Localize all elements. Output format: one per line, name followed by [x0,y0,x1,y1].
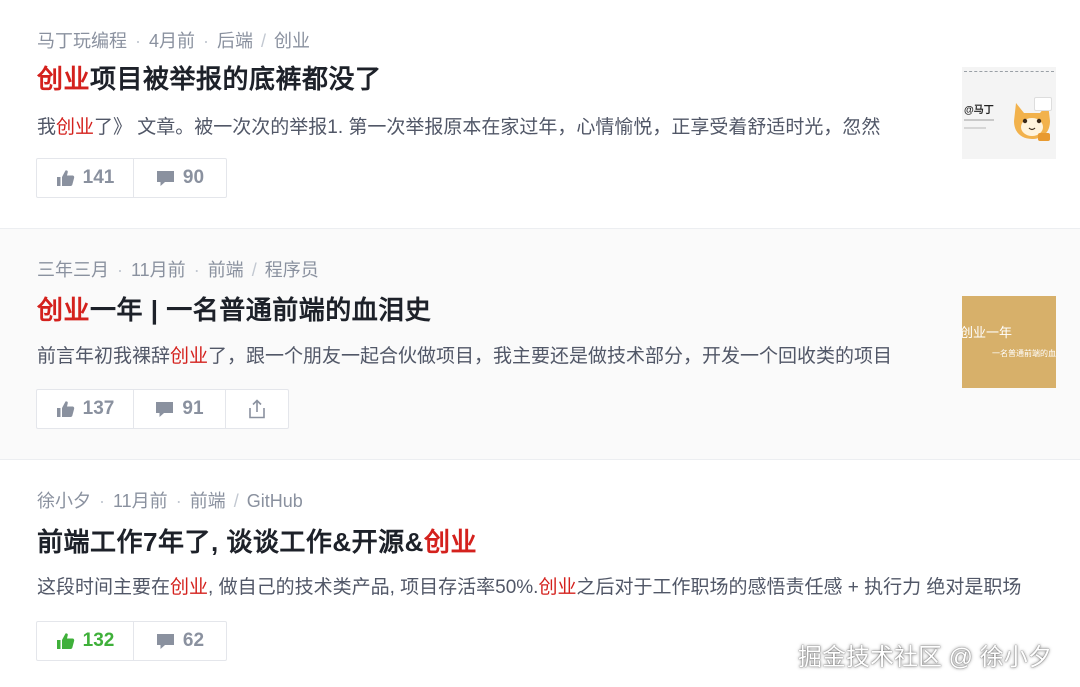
article-card[interactable]: 三年三月 · 11月前 · 前端 / 程序员 创业一年 | 一名普通前端的血泪史 前言年初我… [0,229,1080,460]
abstract-text: 之后对于工作职场的感悟责任感 + 执行力 绝对是职场 [576,577,1022,598]
like-count: 137 [82,398,115,419]
comment-count: 90 [182,167,205,188]
thumbnail-subtitle: 一名普通前端的血泪史 [992,349,1056,358]
tag[interactable]: 创业 [274,31,310,51]
tag[interactable]: GitHub [247,491,303,511]
watermark: 掘金技术社区 @ 徐小夕 [798,644,1052,671]
publish-time: 11月前 [131,260,186,280]
article-meta: 马丁玩编程 · 4月前 · 后端 / 创业 [37,31,311,51]
article-abstract[interactable]: 我创业了》 文章。被一次次的举报1. 第一次举报原本在家过年，心情愉悦，正享受着… [37,112,925,139]
action-bar: 132 62 [36,621,227,661]
abstract-text: 了，跟一个朋友一起合伙做项目，我主要还是做技术部分，开发一个回收类的项目 [208,346,893,367]
tag[interactable]: 前端 [208,260,244,280]
comment-button[interactable]: 62 [134,622,226,660]
comment-icon [155,401,174,418]
comment-button[interactable]: 91 [134,390,226,428]
author-name[interactable]: 徐小夕 [37,491,91,511]
comment-button[interactable]: 90 [134,159,226,197]
like-button[interactable]: 137 [37,390,134,428]
article-card[interactable]: 马丁玩编程 · 4月前 · 后端 / 创业 创业项目被举报的底裤都没了 我创业了》 文章。被… [0,0,1080,229]
abstract-highlight: 创业 [56,117,95,138]
article-abstract[interactable]: 这段时间主要在创业, 做自己的技术类产品, 项目存活率50%.创业之后对于工作职… [37,572,1080,599]
thumbs-up-icon [56,400,75,418]
article-title[interactable]: 创业项目被举报的底裤都没了 [37,59,382,96]
abstract-highlight: 创业 [170,346,209,367]
share-icon [248,399,266,419]
action-bar: 137 91 [36,389,289,429]
like-count: 132 [82,630,115,651]
title-text: 前端工作7年了, 谈谈工作&开源& [37,527,424,557]
comment-count: 62 [182,630,205,651]
article-title[interactable]: 创业一年 | 一名普通前端的血泪史 [37,290,431,327]
tag[interactable]: 程序员 [265,260,319,280]
like-button[interactable]: 132 [37,622,134,660]
thumbs-up-icon [56,632,75,650]
author-name[interactable]: 马丁玩编程 [37,31,127,51]
thumbs-up-icon [56,169,75,187]
action-bar: 141 90 [36,158,227,198]
abstract-text: 这段时间主要在 [37,577,171,598]
abstract-text: 前言年初我裸辞 [37,346,171,367]
article-thumbnail[interactable]: @马丁 [962,67,1056,159]
share-button[interactable] [226,390,288,428]
title-text: 项目被举报的底裤都没了 [90,64,382,94]
abstract-text: 了》 文章。被一次次的举报1. 第一次举报原本在家过年，心情愉悦，正享受着舒适时… [94,117,881,138]
publish-time: 11月前 [113,491,168,511]
article-meta: 三年三月 · 11月前 · 前端 / 程序员 [37,260,319,280]
like-button[interactable]: 141 [37,159,134,197]
abstract-highlight: 创业 [170,577,209,598]
like-count: 141 [82,167,115,188]
abstract-text: 我 [37,117,57,138]
abstract-text: , 做自己的技术类产品, 项目存活率50%. [208,577,539,598]
thumbnail-title: 创业一年 [962,325,1013,340]
title-text: 一年 | 一名普通前端的血泪史 [90,295,432,325]
tag[interactable]: 前端 [190,491,226,511]
comment-icon [156,633,175,650]
article-title[interactable]: 前端工作7年了, 谈谈工作&开源&创业 [37,522,477,559]
article-abstract[interactable]: 前言年初我裸辞创业了，跟一个朋友一起合伙做项目，我主要还是做技术部分，开发一个回… [37,341,925,368]
article-meta: 徐小夕 · 11月前 · 前端 / GitHub [37,491,303,511]
article-thumbnail[interactable]: 创业一年 一名普通前端的血泪史 [962,296,1056,388]
abstract-highlight: 创业 [538,577,577,598]
title-highlight: 创业 [37,295,91,325]
title-highlight: 创业 [37,64,91,94]
tag[interactable]: 后端 [217,31,253,51]
title-highlight: 创业 [423,527,477,557]
thumbnail-text: @马丁 [964,105,994,116]
comment-icon [156,170,175,187]
comment-count: 91 [182,398,204,419]
author-name[interactable]: 三年三月 [37,260,109,280]
publish-time: 4月前 [149,31,196,51]
